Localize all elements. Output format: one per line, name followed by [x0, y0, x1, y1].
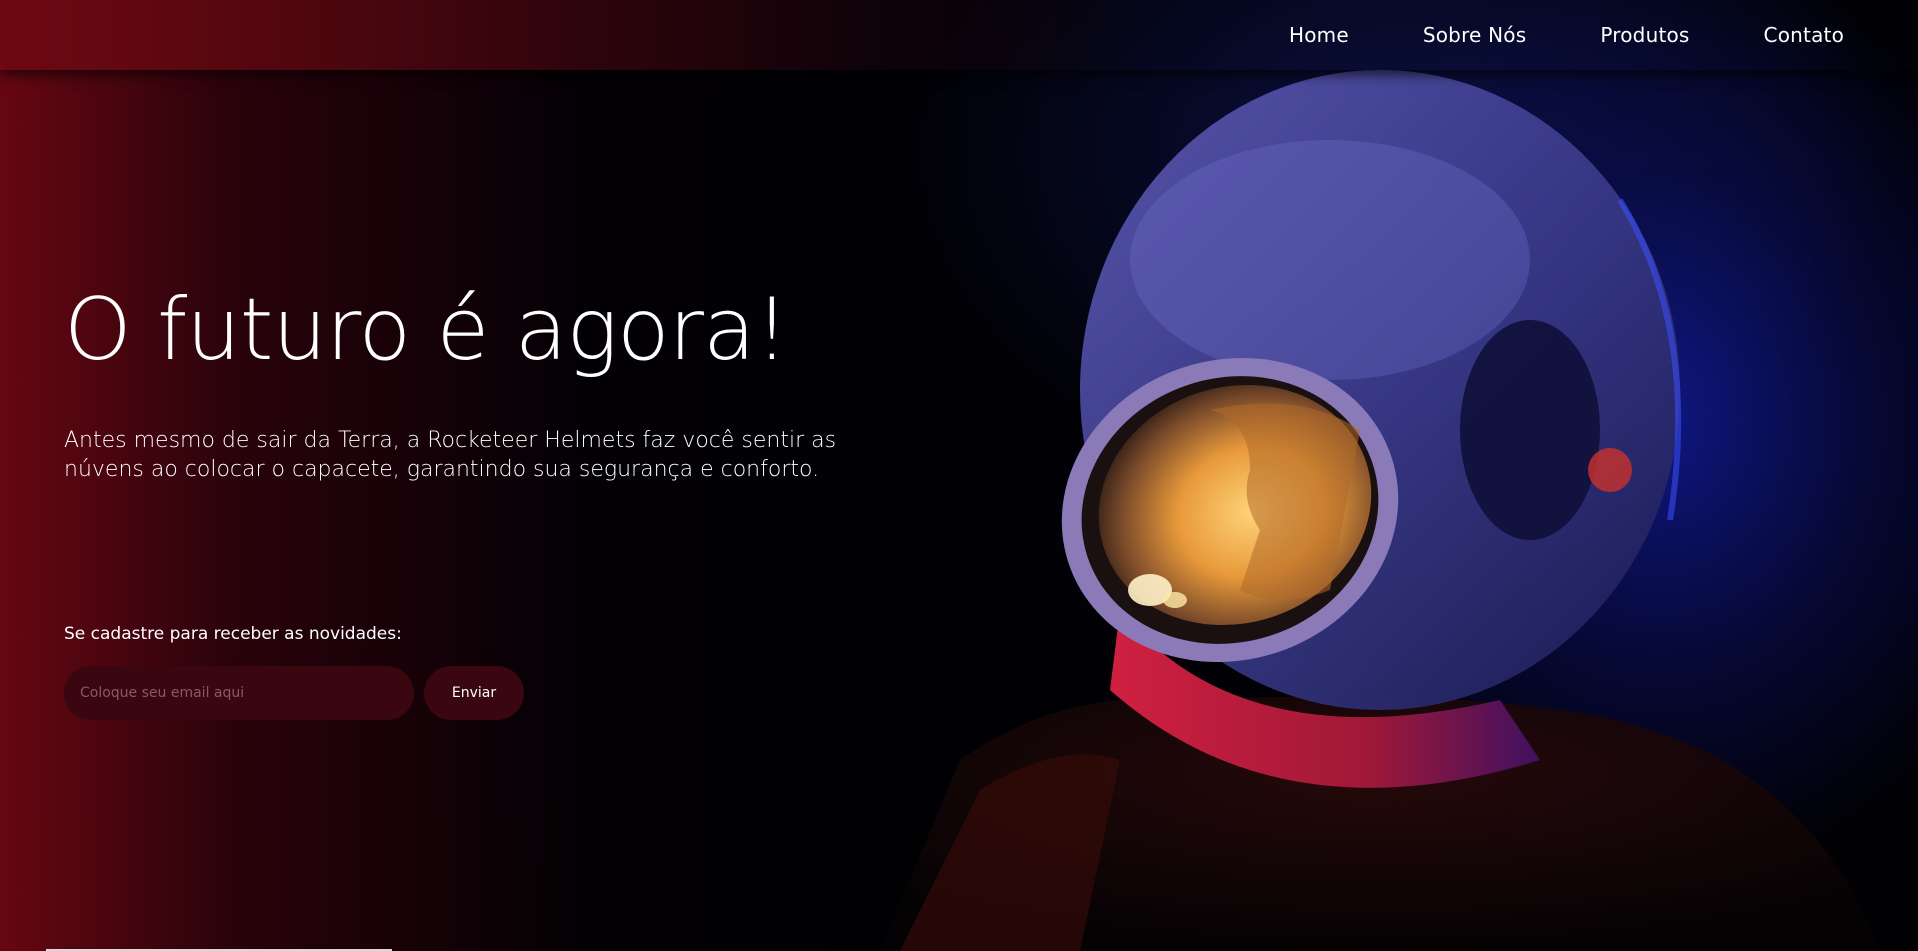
- signup-label: Se cadastre para receber as novidades:: [64, 624, 402, 644]
- email-input[interactable]: [64, 666, 414, 720]
- send-button[interactable]: Enviar: [424, 666, 524, 720]
- nav-link-contato[interactable]: Contato: [1764, 23, 1844, 47]
- hero-section: O futuro é agora! Antes mesmo de sair da…: [64, 270, 924, 484]
- hero-title: O futuro é agora!: [64, 280, 789, 380]
- signup-form: Enviar: [64, 666, 524, 720]
- main-nav: Home Sobre Nós Produtos Contato: [1289, 0, 1844, 70]
- landing-page: Home Sobre Nós Produtos Contato O futuro…: [0, 0, 1918, 951]
- nav-link-sobre-nos[interactable]: Sobre Nós: [1423, 23, 1527, 47]
- hero-subtitle: Antes mesmo de sair da Terra, a Rocketee…: [64, 428, 837, 482]
- newsletter-signup: Se cadastre para receber as novidades: E…: [64, 624, 524, 720]
- nav-link-home[interactable]: Home: [1289, 23, 1349, 47]
- nav-link-produtos[interactable]: Produtos: [1600, 23, 1689, 47]
- top-navbar: Home Sobre Nós Produtos Contato: [0, 0, 1918, 70]
